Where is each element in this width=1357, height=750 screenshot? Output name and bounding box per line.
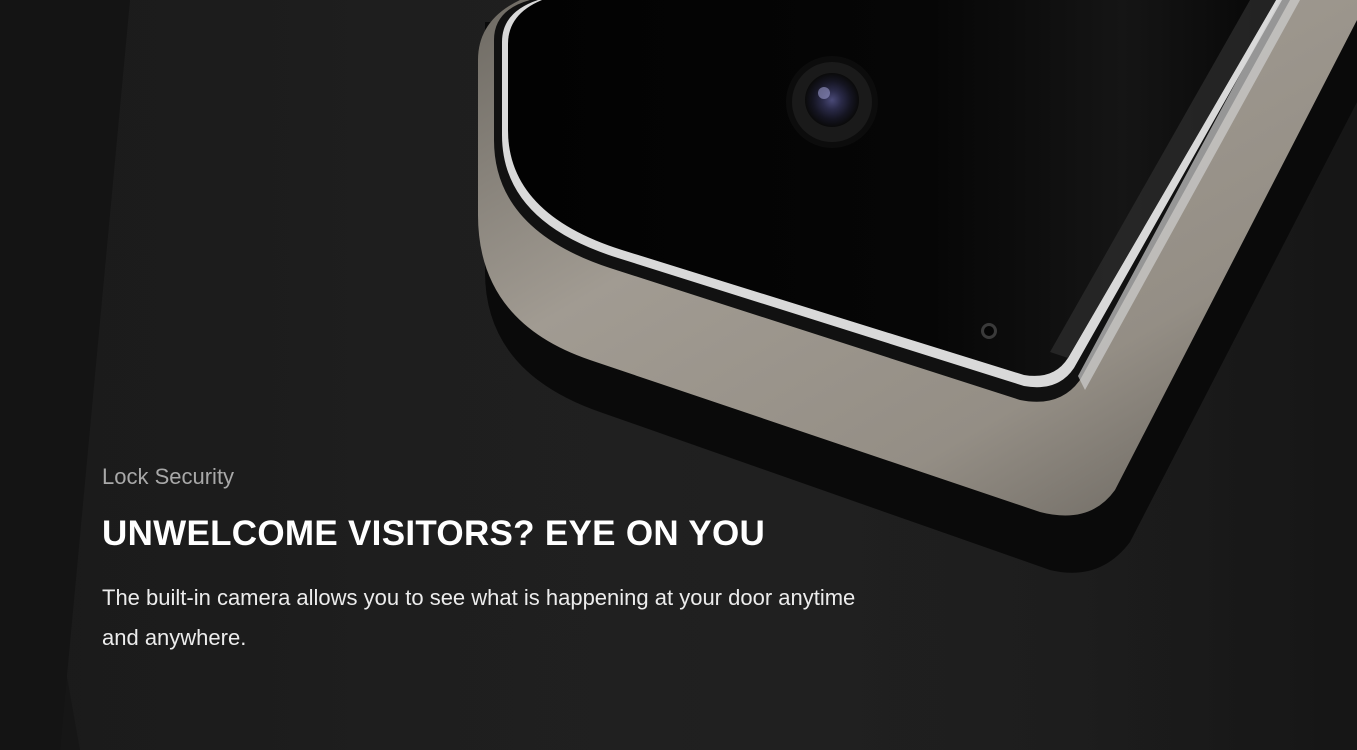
section-eyebrow: Lock Security xyxy=(102,464,235,489)
section-headline: UNWELCOME VISITORS? EYE ON YOU xyxy=(102,514,766,553)
section-description: The built-in camera allows you to see wh… xyxy=(102,585,856,650)
feature-copy: Lock Security UNWELCOME VISITORS? EYE ON… xyxy=(102,462,882,658)
feature-section: Lock Security UNWELCOME VISITORS? EYE ON… xyxy=(0,0,1357,750)
